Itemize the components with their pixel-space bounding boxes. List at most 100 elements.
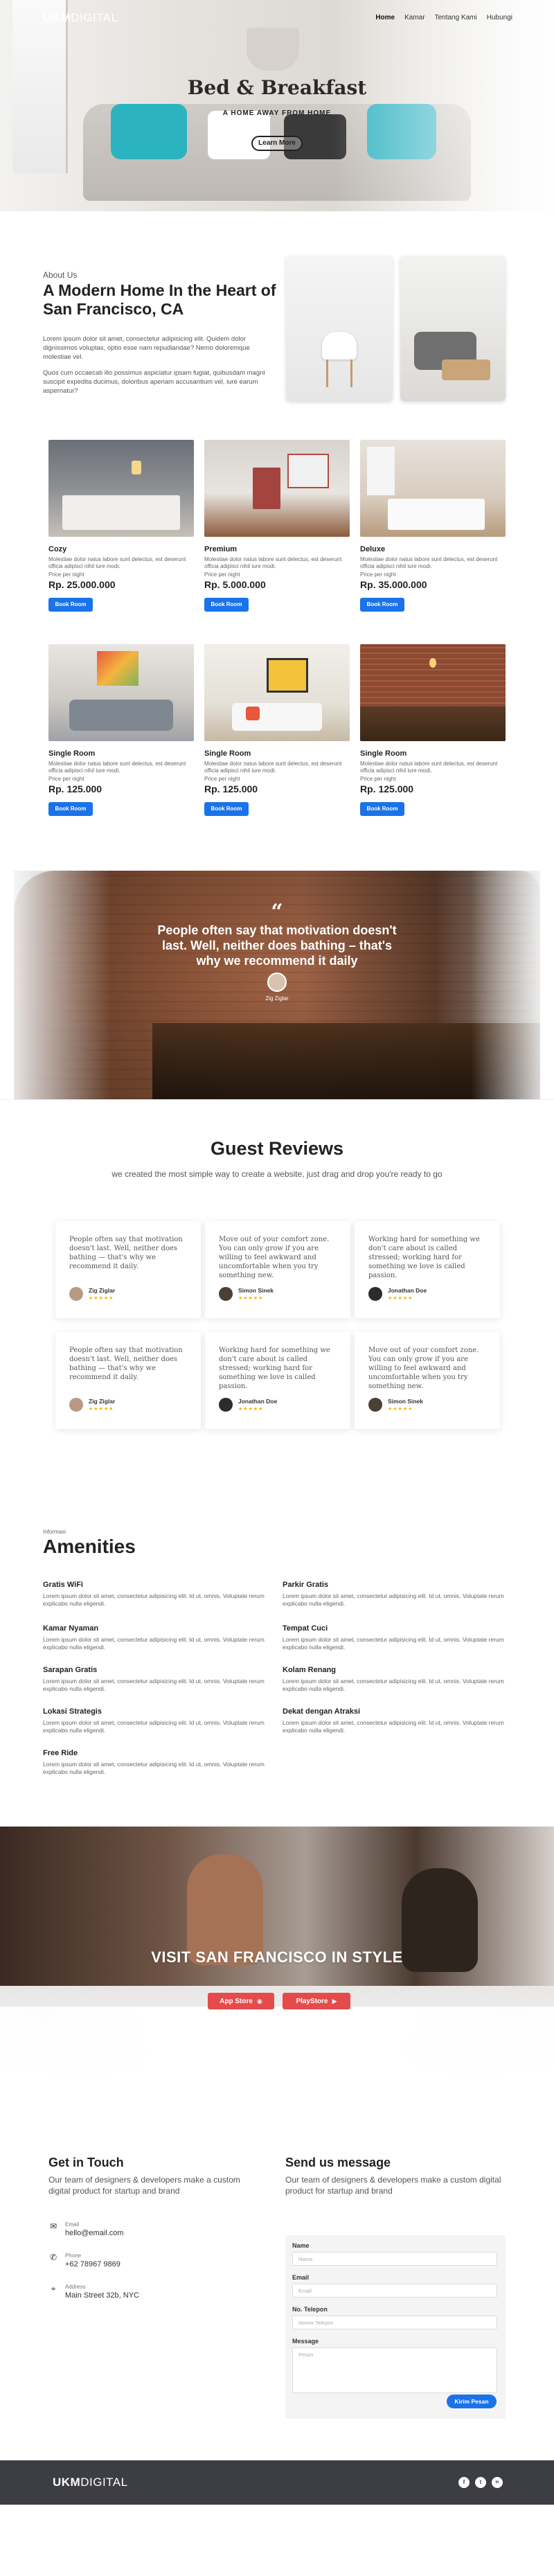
hero-fade <box>0 0 554 211</box>
quote-text: People often say that motivation doesn't… <box>157 923 397 968</box>
star-rating-icon: ★★★★★ <box>238 1296 264 1301</box>
star-rating-icon: ★★★★★ <box>238 1407 264 1412</box>
amenity-item: Kolam Renang Lorem ipsum dolor sit amet,… <box>283 1666 504 1693</box>
send-message-button[interactable]: Kirim Pesan <box>447 2395 497 2408</box>
amenity-description: Lorem ipsum dolor sit amet, consectetur … <box>43 1592 265 1607</box>
review-text: Working hard for something we don't care… <box>219 1347 330 1390</box>
review-card: Move out of your comfort zone. You can o… <box>355 1332 500 1429</box>
footer-logo[interactable]: UKMDIGITAL <box>53 2476 128 2489</box>
phone-field[interactable]: Nomor Telepon <box>292 2316 497 2329</box>
email-field[interactable]: Email <box>292 2284 497 2298</box>
about-section: About Us A Modern Home In the Heart of S… <box>0 211 554 440</box>
star-rating-icon: ★★★★★ <box>388 1296 413 1301</box>
app-store-button[interactable]: App Store ◉ <box>208 1993 274 2009</box>
avatar <box>69 1398 83 1412</box>
nav-item-home[interactable]: Home <box>375 14 395 21</box>
room-image <box>48 440 194 537</box>
amenity-title: Dekat dengan Atraksi <box>283 1707 361 1716</box>
linkedin-icon[interactable]: in <box>492 2477 503 2488</box>
room-card: Single Room Molestiae dolor natus labore… <box>204 644 350 838</box>
contact-phone-label: Phone <box>65 2253 82 2259</box>
review-text: People often say that motivation doesn't… <box>69 1347 183 1381</box>
reviews-subtitle: we created the most simple way to create… <box>111 1169 443 1179</box>
review-card: Move out of your comfort zone. You can o… <box>205 1221 350 1318</box>
book-room-button[interactable]: Book Room <box>204 802 249 816</box>
nav-item-tentang-kami[interactable]: Tentang Kami <box>435 14 477 21</box>
contact-address: ⌖ Address Main Street 32b, NYC <box>48 2284 256 2304</box>
app-banner: VISIT SAN FRANCISCO IN STYLE App Store ◉ … <box>0 1827 554 2145</box>
review-author: Jonathan Doe <box>238 1398 278 1405</box>
star-rating-icon: ★★★★★ <box>89 1407 114 1412</box>
amenity-title: Tempat Cuci <box>283 1624 328 1633</box>
about-title: A Modern Home In the Heart of San Franci… <box>43 281 276 318</box>
room-description: Molestiae dolor natus labore sunt delect… <box>48 761 186 774</box>
book-room-button[interactable]: Book Room <box>360 598 404 612</box>
amenity-title: Sarapan Gratis <box>43 1666 98 1674</box>
room-price: Rp. 125.000 <box>360 783 414 794</box>
review-card: Working hard for something we don't care… <box>355 1221 500 1318</box>
contact-subtitle: Our team of designers & developers make … <box>48 2175 240 2196</box>
rooms-section: Cozy Molestiae dolor natus labore sunt d… <box>0 440 554 857</box>
room-name: Single Room <box>360 749 407 758</box>
message-field[interactable]: Pesan <box>292 2347 497 2393</box>
twitter-icon[interactable]: t <box>475 2477 486 2488</box>
facebook-icon[interactable]: f <box>458 2477 470 2488</box>
hero-title: Bed & Breakfast <box>187 76 367 99</box>
location-pin-icon: ⌖ <box>51 2284 56 2293</box>
name-label: Name <box>292 2242 310 2249</box>
room-description: Molestiae dolor natus labore sunt delect… <box>360 761 498 774</box>
room-image <box>360 440 506 537</box>
play-store-button[interactable]: PlayStore ▶ <box>283 1993 350 2009</box>
quote-fade-right <box>471 857 554 1099</box>
logo-light: DIGITAL <box>71 11 118 24</box>
contact-section: Get in Touch Our team of designers & dev… <box>0 2145 554 2460</box>
room-image <box>48 644 194 741</box>
contact-phone: ✆ Phone +62 78967 9869 <box>48 2253 256 2273</box>
room-image <box>204 644 350 741</box>
contact-email-label: Email <box>65 2221 80 2228</box>
contact-phone-value[interactable]: +62 78967 9869 <box>65 2260 120 2268</box>
email-label: Email <box>292 2274 310 2281</box>
amenity-title: Free Ride <box>43 1749 78 1757</box>
contact-email-value[interactable]: hello@email.com <box>65 2229 124 2237</box>
amenity-item: Tempat Cuci Lorem ipsum dolor sit amet, … <box>283 1624 504 1651</box>
room-card: Cozy Molestiae dolor natus labore sunt d… <box>48 440 194 634</box>
book-room-button[interactable]: Book Room <box>360 802 404 816</box>
room-price: Rp. 125.000 <box>204 783 258 794</box>
contact-title: Get in Touch <box>48 2156 124 2169</box>
nav-item-kamar[interactable]: Kamar <box>404 14 425 21</box>
nav-item-hubungi[interactable]: Hubungi <box>487 14 512 21</box>
learn-more-button[interactable]: Learn More <box>251 136 303 151</box>
amenities-section: Informasi Amenities Gratis WiFi Lorem ip… <box>0 1529 554 1827</box>
phone-label: No. Telepon <box>292 2306 328 2313</box>
play-icon: ▶ <box>332 1998 337 2005</box>
room-name: Cozy <box>48 545 67 553</box>
logo-bold: UKM <box>43 11 71 24</box>
amenity-description: Lorem ipsum dolor sit amet, consectetur … <box>283 1636 504 1651</box>
about-paragraph: Lorem ipsum dolor sit amet, consectetur … <box>43 335 250 361</box>
amenity-title: Kolam Renang <box>283 1666 337 1674</box>
hero-section: UKMDIGITAL Home Kamar Tentang Kami Hubun… <box>0 0 554 211</box>
review-text: People often say that motivation doesn't… <box>69 1236 183 1270</box>
book-room-button[interactable]: Book Room <box>48 598 93 612</box>
room-price: Rp. 5.000.000 <box>204 579 266 590</box>
name-field[interactable]: Nama <box>292 2252 497 2266</box>
book-room-button[interactable]: Book Room <box>204 598 249 612</box>
star-rating-icon: ★★★★★ <box>89 1296 114 1301</box>
about-image-living-room <box>400 256 506 401</box>
avatar <box>368 1398 382 1412</box>
table-shape <box>442 359 490 380</box>
review-text: Working hard for something we don't care… <box>368 1236 480 1279</box>
book-room-button[interactable]: Book Room <box>48 802 93 816</box>
app-store-label: App Store <box>220 1998 253 2005</box>
footer: UKMDIGITAL f t in <box>0 2460 554 2505</box>
amenity-title: Parkir Gratis <box>283 1581 329 1589</box>
room-name: Premium <box>204 545 238 553</box>
review-author: Simon Sinek <box>238 1287 274 1294</box>
play-store-label: PlayStore <box>296 1998 328 2005</box>
banner-cloud <box>0 2007 554 2145</box>
room-price: Rp. 125.000 <box>48 783 102 794</box>
quote-mark-icon: “ <box>271 900 283 924</box>
site-logo[interactable]: UKMDIGITAL <box>43 11 118 25</box>
review-author: Zig Ziglar <box>89 1287 116 1294</box>
